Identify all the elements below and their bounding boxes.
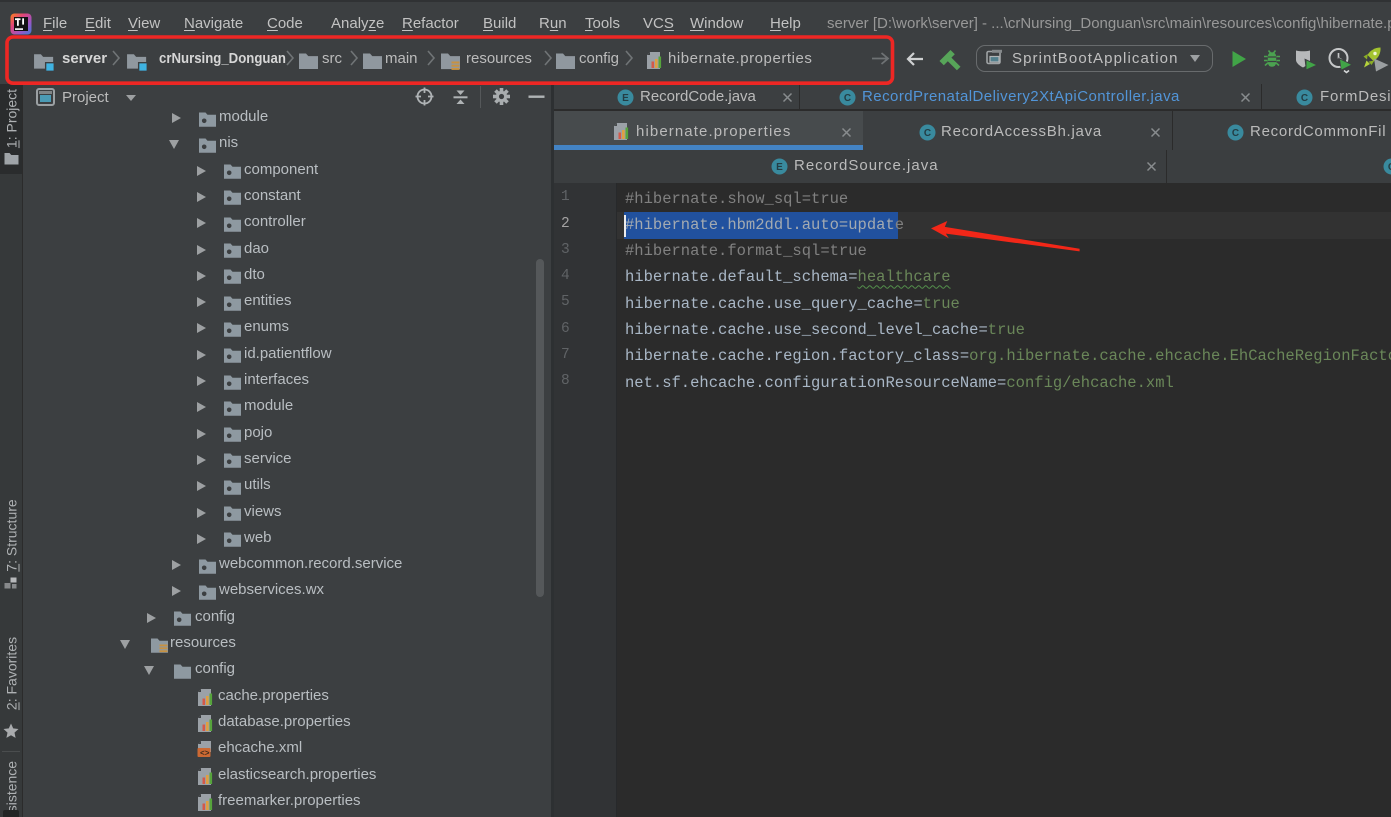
svg-text:C: C [844, 93, 851, 104]
svg-text:E: E [622, 93, 629, 104]
svg-text:C: C [1301, 93, 1308, 104]
svg-text:E: E [776, 162, 783, 173]
svg-text:C: C [924, 128, 931, 139]
svg-text:C: C [1232, 128, 1239, 139]
svg-text:<>: <> [200, 750, 210, 759]
